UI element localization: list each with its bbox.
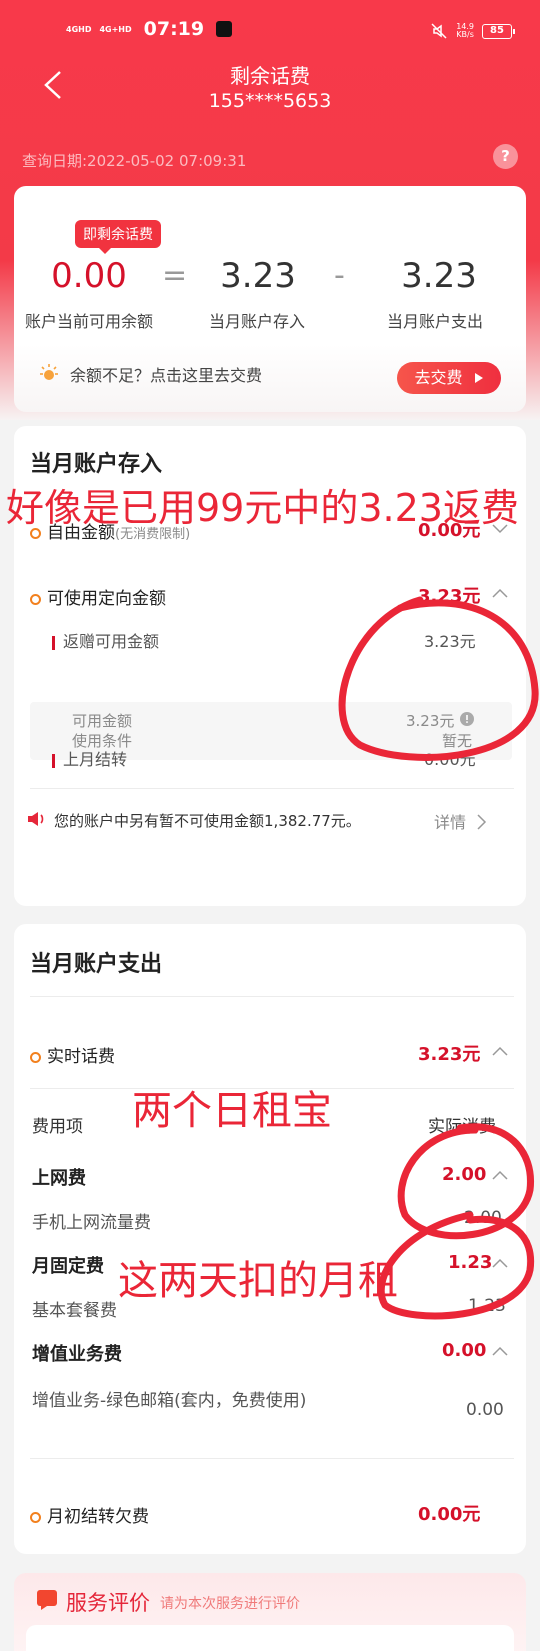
last-month-value: 0.00元 [424,750,476,769]
arrears-value: 0.00元 [418,1504,481,1525]
low-balance-tip[interactable]: 余额不足？点击这里去交费 [38,362,262,386]
signal-icon-2: 4G+HD [99,24,132,34]
monthly-fee-label: 月固定费 [32,1256,104,1277]
basic-plan-value: 1.23 [468,1296,506,1316]
expense-value: 3.23 [401,256,477,296]
equals-sign: = [162,258,188,293]
cond-label-1: 可用金额 [72,712,133,730]
speaker-icon [28,812,44,826]
service-rating-card[interactable]: 服务评价 请为本次服务进行评价 [14,1573,526,1651]
annotation-rebate-note: 好像是已用99元中的3.23返费 [6,486,519,530]
bar-marker [52,753,55,768]
balance-label: 账户当前可用余额 [24,312,153,331]
chevron-right-icon [477,814,487,830]
annotation-daily-rental: 两个日租宝 [132,1088,332,1134]
expense-section-title: 当月账户支出 [30,952,163,977]
cond-value-1: 3.23元 [406,712,455,730]
help-icon[interactable]: ? [493,144,518,169]
chevron-up-icon[interactable] [492,1046,508,1056]
internet-fee-value: 2.00 [442,1164,487,1185]
ring-marker [30,593,41,605]
battery-icon: 85 [482,23,515,39]
directed-amount-value: 3.23元 [418,586,481,607]
vas-item-label: 增值业务-绿色邮箱(套内，免费使用) [32,1391,307,1411]
rebate-value: 3.23元 [424,632,476,651]
column-header-item: 费用项 [32,1117,83,1137]
deposit-value: 3.23 [220,256,296,296]
minus-sign: - [334,258,345,293]
lightbulb-icon [40,364,58,380]
mobile-data-label: 手机上网流量费 [32,1213,151,1233]
signal-icon: 4GHD [66,24,92,34]
vas-fee-label: 增值业务费 [32,1344,122,1365]
chevron-up-icon[interactable] [492,1346,508,1356]
ring-marker [30,1511,41,1523]
expense-label: 当月账户支出 [386,312,483,331]
deposit-section-title: 当月账户存入 [30,452,163,477]
net-speed: 14.9 KB/s [456,22,474,39]
balance-value: 0.00 [51,256,127,296]
monthly-expense-card: 当月账户支出 实时话费 3.23元 费用项 实际消费 上网费 2.00 手机上网… [14,924,526,1554]
notice-text: 您的账户中另有暂不可使用金额1,382.77元。 [54,812,361,830]
basic-plan-label: 基本套餐费 [32,1301,117,1321]
app-notification-icon [216,21,233,37]
detail-link[interactable]: 详情 [434,809,487,833]
divider [30,996,514,997]
realtime-fee-value: 3.23元 [418,1044,481,1065]
tip-text: 余额不足？点击这里去交费 [70,366,263,385]
balance-summary-card: 即剩余话费 0.00 = 3.23 - 3.23 账户当前可用余额 当月账户存入… [14,186,526,412]
info-icon[interactable] [460,712,474,726]
internet-fee-label: 上网费 [32,1168,86,1189]
status-bar: 4GHD 4G+HD 07:19 14.9 KB/s 85 [0,14,540,46]
clock: 07:19 [143,18,205,40]
chevron-up-icon[interactable] [492,1170,508,1180]
column-header-actual: 实际消费 [428,1117,496,1137]
monthly-fee-value: 1.23 [448,1252,493,1273]
phone-number: 155****5653 [208,90,332,112]
chat-bubble-icon [37,1590,57,1610]
mute-icon [431,23,447,39]
mobile-data-value: 2.00 [464,1208,502,1228]
vas-fee-value: 0.00 [442,1340,487,1361]
vas-item-value: 0.00 [466,1400,504,1420]
page-title: 剩余话费 [230,64,310,88]
bar-marker [52,635,55,650]
pay-button[interactable]: 去交费 [397,362,501,394]
ring-marker [30,1051,41,1063]
service-title: 服务评价 [66,1591,150,1615]
balance-badge: 即剩余话费 [75,220,161,254]
rating-panel [26,1625,514,1651]
chevron-up-icon[interactable] [492,588,508,598]
divider [30,1458,514,1459]
divider [30,788,514,789]
annotation-monthly-rent: 这两天扣的月租 [118,1258,398,1304]
deposit-label: 当月账户存入 [208,312,305,331]
service-subtitle: 请为本次服务进行评价 [160,1596,300,1612]
play-arrow-icon [474,373,483,383]
chevron-up-icon[interactable] [492,1258,508,1268]
query-date: 查询日期:2022-05-02 07:09:31 [22,152,247,170]
